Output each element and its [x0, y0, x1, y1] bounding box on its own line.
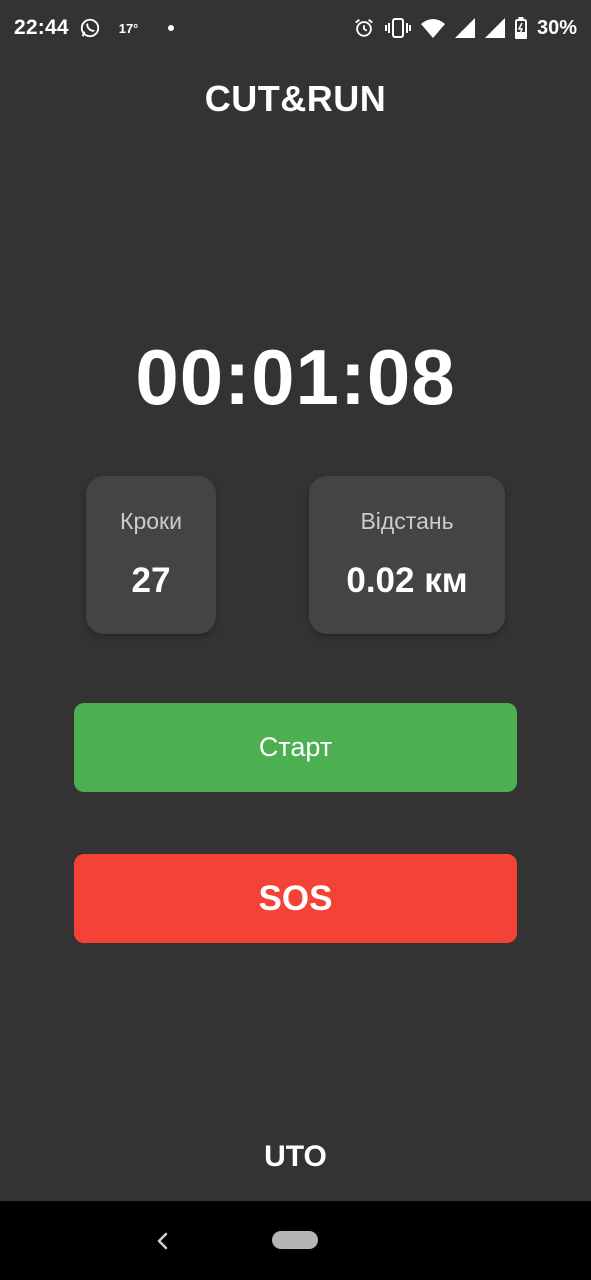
start-button[interactable]: Старт	[74, 703, 517, 792]
steps-label: Кроки	[120, 508, 182, 534]
status-left: 22:44 17°	[14, 16, 175, 40]
temperature: 17°	[118, 20, 139, 36]
app-title: CUT&RUN	[204, 78, 387, 119]
whatsapp-icon	[79, 17, 101, 39]
steps-card: Кроки 27	[86, 476, 216, 634]
wifi-icon	[420, 18, 445, 38]
battery-percent: 30%	[536, 16, 577, 39]
status-bar: 22:44 17° 30%	[0, 0, 591, 56]
alarm-icon	[353, 17, 375, 39]
signal-icon	[454, 18, 475, 38]
signal-icon	[484, 18, 505, 38]
vibrate-icon	[384, 17, 411, 39]
timer-display: 00:01:08	[135, 333, 456, 421]
steps-value: 27	[131, 561, 171, 600]
back-icon[interactable]	[152, 1229, 174, 1253]
distance-card: Відстань 0.02 км	[309, 476, 505, 634]
battery-icon	[514, 17, 527, 39]
distance-label: Відстань	[360, 508, 454, 534]
sos-button[interactable]: SOS	[74, 854, 517, 943]
status-right: 30%	[353, 17, 577, 40]
home-pill-icon[interactable]	[272, 1231, 318, 1249]
navigation-bar	[0, 1201, 591, 1280]
status-time: 22:44	[14, 16, 69, 39]
distance-value: 0.02 км	[346, 561, 468, 600]
footer-label: UTO	[264, 1140, 327, 1173]
notification-dot-icon	[168, 25, 175, 31]
